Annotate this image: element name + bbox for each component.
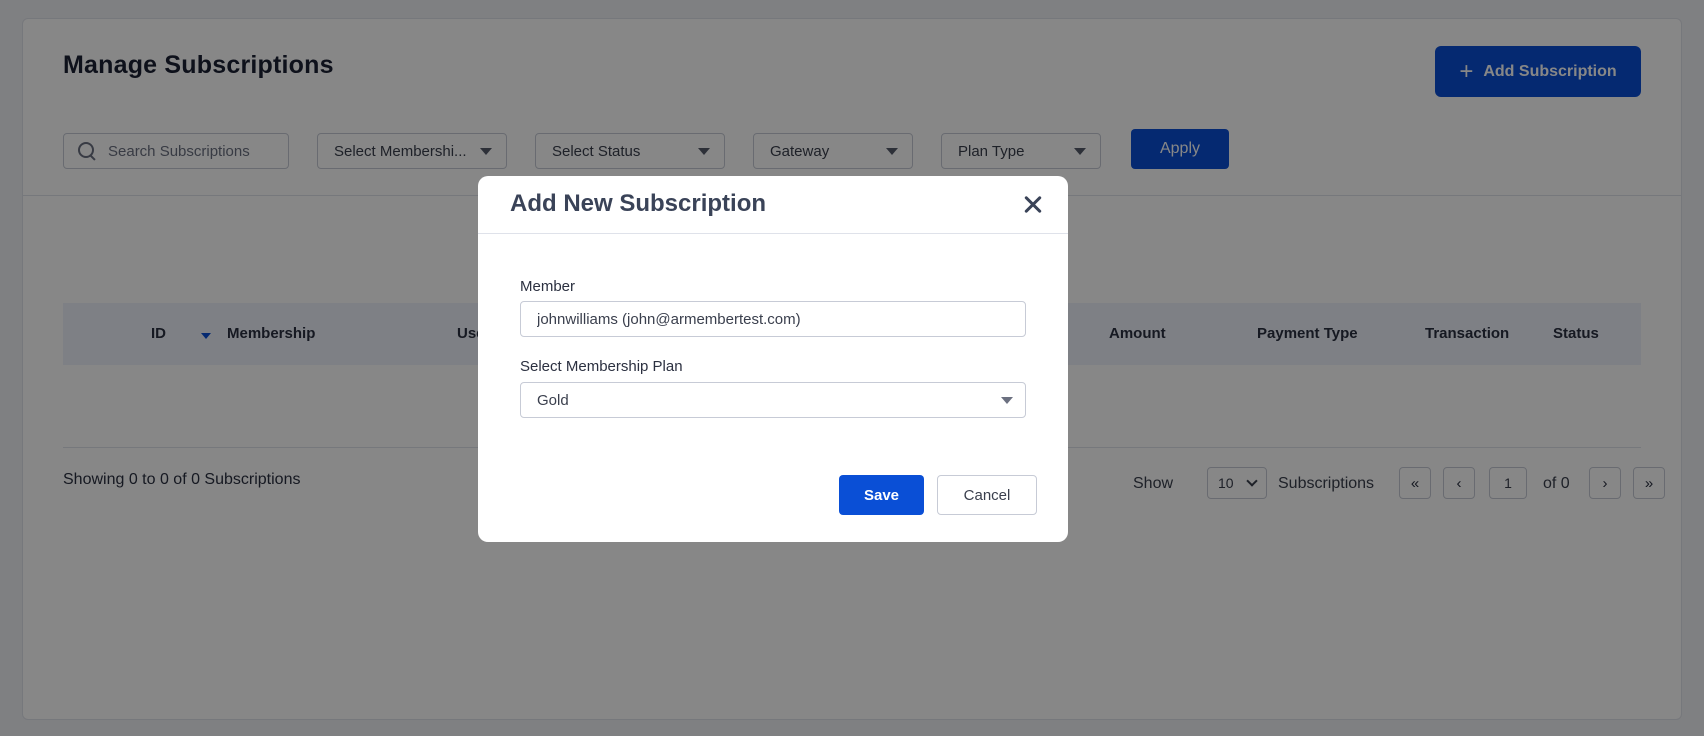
close-icon[interactable]: [1020, 192, 1046, 218]
modal-title: Add New Subscription: [510, 190, 767, 217]
plan-label: Select Membership Plan: [520, 358, 683, 375]
modal-header: Add New Subscription: [478, 176, 1068, 234]
save-button[interactable]: Save: [839, 475, 924, 515]
cancel-button[interactable]: Cancel: [937, 475, 1037, 515]
add-subscription-modal: Add New Subscription Member Select Membe…: [478, 176, 1068, 542]
plan-select-value: Gold: [537, 391, 569, 409]
member-label: Member: [520, 278, 576, 295]
chevron-down-icon: [1001, 396, 1013, 404]
page-root: Manage Subscriptions + Add Subscription …: [0, 0, 1704, 736]
membership-plan-select[interactable]: Gold: [520, 382, 1026, 418]
member-input[interactable]: [520, 301, 1026, 337]
